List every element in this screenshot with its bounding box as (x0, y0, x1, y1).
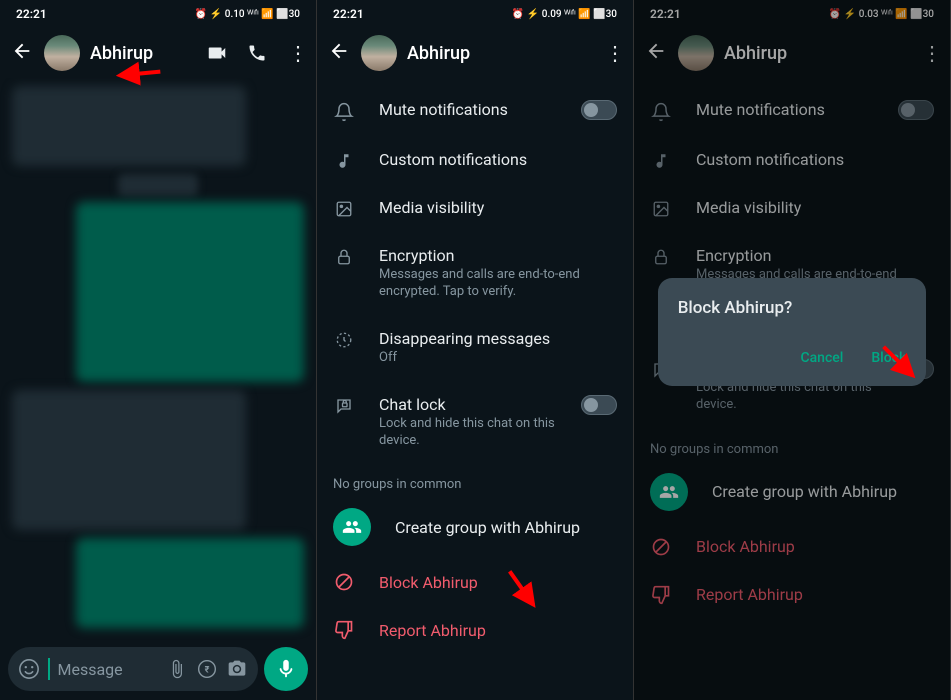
status-bar: 22:21 ⏰ ⚡ 0.09 ᵂᶦᶠᶦ 📶 ⬜30 (317, 0, 633, 28)
media-visibility-row[interactable]: Media visibility (317, 184, 633, 232)
mute-toggle[interactable] (581, 100, 617, 120)
timer-icon (333, 331, 355, 349)
chat-messages[interactable] (0, 78, 316, 640)
report-contact-row[interactable]: Report Abhirup (317, 606, 633, 654)
action-label: Block Abhirup (379, 573, 478, 592)
section-label: No groups in common (317, 463, 633, 496)
action-label: Create group with Abhirup (395, 518, 580, 537)
chat-header: Abhirup ⋮ (0, 28, 316, 78)
status-indicators: ⏰ ⚡ 0.09 ᵂᶦᶠᶦ 📶 ⬜30 (512, 9, 617, 20)
header-actions: ⋮ (206, 42, 308, 64)
contact-name[interactable]: Abhirup (407, 43, 593, 64)
mute-notifications-row[interactable]: Mute notifications (317, 86, 633, 136)
setting-subtitle: Lock and hide this chat on this device. (379, 416, 557, 450)
setting-title: Custom notifications (379, 150, 617, 169)
setting-title: Encryption (379, 246, 617, 265)
create-group-row[interactable]: Create group with Abhirup (317, 496, 633, 558)
setting-subtitle: Messages and calls are end-to-end encryp… (379, 267, 617, 301)
block-confirm-dialog: Block Abhirup? Cancel Block (658, 278, 927, 386)
contact-avatar[interactable] (361, 35, 397, 71)
dialog-title: Block Abhirup? (678, 298, 909, 318)
block-icon (333, 572, 355, 592)
image-icon (333, 200, 355, 218)
message-outgoing (76, 538, 304, 628)
action-label: Report Abhirup (379, 621, 486, 640)
contact-avatar[interactable] (44, 35, 80, 71)
setting-title: Media visibility (379, 198, 617, 217)
custom-notifications-row[interactable]: Custom notifications (317, 136, 633, 184)
camera-icon[interactable] (226, 658, 248, 680)
voice-call-icon[interactable] (246, 42, 268, 64)
chat-lock-toggle[interactable] (581, 395, 617, 415)
status-bar: 22:21 ⏰ ⚡ 0.10 ᵂᶦᶠᶦ 📶 ⬜30 (0, 0, 316, 28)
message-incoming (12, 86, 246, 166)
message-input-bar: Message ₹ (8, 646, 308, 692)
bell-icon (333, 102, 355, 122)
create-group-icon (333, 508, 371, 546)
settings-list: Mute notifications Custom notifications … (317, 78, 633, 662)
contact-name[interactable]: Abhirup (90, 43, 196, 64)
back-button[interactable] (10, 40, 34, 67)
contact-info-screen: 22:21 ⏰ ⚡ 0.09 ᵂᶦᶠᶦ 📶 ⬜30 Abhirup ⋮ Mute… (317, 0, 634, 700)
emoji-icon[interactable] (18, 658, 40, 680)
video-call-icon[interactable] (206, 42, 228, 64)
block-confirm-button[interactable]: Block (869, 344, 908, 372)
message-outgoing (76, 202, 304, 382)
more-menu-icon[interactable]: ⋮ (603, 42, 625, 64)
attach-icon[interactable] (166, 658, 188, 680)
date-separator (118, 174, 198, 196)
block-dialog-screen: 22:21 ⏰ ⚡ 0.03 ᵂᶦᶠᶦ 📶 ⬜30 Abhirup ⋮ Mute… (634, 0, 951, 700)
lock-icon (333, 248, 355, 266)
rupee-icon[interactable]: ₹ (196, 658, 218, 680)
back-button[interactable] (327, 40, 351, 67)
info-header: Abhirup ⋮ (317, 28, 633, 78)
encryption-row[interactable]: Encryption Messages and calls are end-to… (317, 232, 633, 315)
status-indicators: ⏰ ⚡ 0.10 ᵂᶦᶠᶦ 📶 ⬜30 (195, 9, 300, 20)
svg-text:₹: ₹ (205, 665, 210, 675)
status-time: 22:21 (333, 7, 364, 21)
setting-subtitle: Off (379, 350, 617, 367)
message-incoming (12, 390, 246, 530)
block-contact-row[interactable]: Block Abhirup (317, 558, 633, 606)
dialog-actions: Cancel Block (678, 344, 909, 376)
mic-button[interactable] (264, 647, 308, 691)
setting-title: Chat lock (379, 395, 557, 414)
chat-lock-row[interactable]: Chat lock Lock and hide this chat on thi… (317, 381, 633, 464)
disappearing-messages-row[interactable]: Disappearing messages Off (317, 315, 633, 381)
chat-screen: 22:21 ⏰ ⚡ 0.10 ᵂᶦᶠᶦ 📶 ⬜30 Abhirup ⋮ (0, 0, 317, 700)
status-time: 22:21 (16, 7, 47, 21)
cancel-button[interactable]: Cancel (798, 344, 845, 372)
text-cursor (48, 658, 50, 680)
input-placeholder: Message (58, 660, 159, 679)
music-note-icon (333, 152, 355, 170)
more-menu-icon[interactable]: ⋮ (286, 42, 308, 64)
message-input[interactable]: Message ₹ (8, 647, 258, 691)
setting-title: Mute notifications (379, 100, 557, 119)
thumbs-down-icon (333, 620, 355, 640)
dialog-overlay[interactable]: Block Abhirup? Cancel Block (634, 0, 950, 700)
setting-title: Disappearing messages (379, 329, 617, 348)
chat-lock-icon (333, 397, 355, 415)
